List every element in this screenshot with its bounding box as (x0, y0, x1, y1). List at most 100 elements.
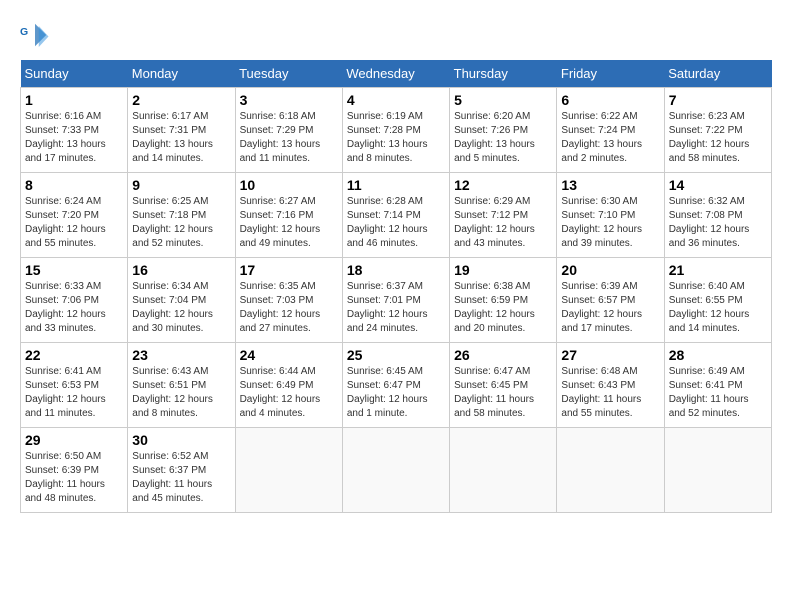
calendar-cell: 28 Sunrise: 6:49 AM Sunset: 6:41 PM Dayli… (664, 343, 771, 428)
day-number: 29 (25, 432, 123, 448)
calendar-cell: 15 Sunrise: 6:33 AM Sunset: 7:06 PM Dayli… (21, 258, 128, 343)
calendar-cell: 3 Sunrise: 6:18 AM Sunset: 7:29 PM Daylig… (235, 88, 342, 173)
logo-icon: G (20, 20, 50, 50)
calendar-cell: 7 Sunrise: 6:23 AM Sunset: 7:22 PM Daylig… (664, 88, 771, 173)
day-number: 5 (454, 92, 552, 108)
day-info: Sunrise: 6:43 AM Sunset: 6:51 PM Dayligh… (132, 365, 230, 421)
day-header-saturday: Saturday (664, 60, 771, 88)
calendar-cell: 27 Sunrise: 6:48 AM Sunset: 6:43 PM Dayli… (557, 343, 664, 428)
day-info: Sunrise: 6:37 AM Sunset: 7:01 PM Dayligh… (347, 280, 445, 336)
calendar-cell: 13Sunrise: 6:30 AM Sunset: 7:10 PM Dayli… (557, 173, 664, 258)
day-info: Sunrise: 6:32 AM Sunset: 7:08 PM Dayligh… (669, 195, 767, 251)
day-number: 21 (669, 262, 767, 278)
day-info: Sunrise: 6:38 AM Sunset: 6:59 PM Dayligh… (454, 280, 552, 336)
day-number: 27 (561, 347, 659, 363)
calendar-cell: 22 Sunrise: 6:41 AM Sunset: 6:53 PM Dayli… (21, 343, 128, 428)
day-number: 10 (240, 177, 338, 193)
day-header-monday: Monday (128, 60, 235, 88)
calendar-cell (235, 428, 342, 513)
day-number: 6 (561, 92, 659, 108)
day-info: Sunrise: 6:44 AM Sunset: 6:49 PM Dayligh… (240, 365, 338, 421)
day-number: 17 (240, 262, 338, 278)
day-number: 12 (454, 177, 552, 193)
calendar-cell (557, 428, 664, 513)
day-header-tuesday: Tuesday (235, 60, 342, 88)
day-info: Sunrise: 6:23 AM Sunset: 7:22 PM Dayligh… (669, 110, 767, 166)
day-number: 16 (132, 262, 230, 278)
day-number: 28 (669, 347, 767, 363)
day-number: 13 (561, 177, 659, 193)
calendar-cell: 29 Sunrise: 6:50 AM Sunset: 6:39 PM Dayli… (21, 428, 128, 513)
logo: G (20, 20, 54, 50)
page-header: G (20, 20, 772, 50)
calendar-cell: 20 Sunrise: 6:39 AM Sunset: 6:57 PM Dayli… (557, 258, 664, 343)
day-number: 8 (25, 177, 123, 193)
calendar-cell: 4 Sunrise: 6:19 AM Sunset: 7:28 PM Daylig… (342, 88, 449, 173)
day-info: Sunrise: 6:22 AM Sunset: 7:24 PM Dayligh… (561, 110, 659, 166)
calendar-cell: 25Sunrise: 6:45 AM Sunset: 6:47 PM Dayli… (342, 343, 449, 428)
calendar-header-row: SundayMondayTuesdayWednesdayThursdayFrid… (21, 60, 772, 88)
day-number: 4 (347, 92, 445, 108)
day-number: 19 (454, 262, 552, 278)
week-row-4: 22 Sunrise: 6:41 AM Sunset: 6:53 PM Dayli… (21, 343, 772, 428)
day-info: Sunrise: 6:49 AM Sunset: 6:41 PM Dayligh… (669, 365, 767, 421)
calendar-cell: 2Sunrise: 6:17 AM Sunset: 7:31 PM Daylig… (128, 88, 235, 173)
calendar-cell: 10 Sunrise: 6:27 AM Sunset: 7:16 PM Dayli… (235, 173, 342, 258)
day-info: Sunrise: 6:52 AM Sunset: 6:37 PM Dayligh… (132, 450, 230, 506)
day-number: 22 (25, 347, 123, 363)
day-number: 30 (132, 432, 230, 448)
calendar-cell: 6 Sunrise: 6:22 AM Sunset: 7:24 PM Daylig… (557, 88, 664, 173)
day-info: Sunrise: 6:39 AM Sunset: 6:57 PM Dayligh… (561, 280, 659, 336)
day-info: Sunrise: 6:24 AM Sunset: 7:20 PM Dayligh… (25, 195, 123, 251)
calendar-cell: 26Sunrise: 6:47 AM Sunset: 6:45 PM Dayli… (450, 343, 557, 428)
day-header-thursday: Thursday (450, 60, 557, 88)
day-number: 26 (454, 347, 552, 363)
calendar-cell (342, 428, 449, 513)
day-info: Sunrise: 6:27 AM Sunset: 7:16 PM Dayligh… (240, 195, 338, 251)
calendar-cell: 17 Sunrise: 6:35 AM Sunset: 7:03 PM Dayli… (235, 258, 342, 343)
calendar-cell: 16 Sunrise: 6:34 AM Sunset: 7:04 PM Dayli… (128, 258, 235, 343)
calendar-cell: 19 Sunrise: 6:38 AM Sunset: 6:59 PM Dayli… (450, 258, 557, 343)
day-info: Sunrise: 6:35 AM Sunset: 7:03 PM Dayligh… (240, 280, 338, 336)
day-info: Sunrise: 6:34 AM Sunset: 7:04 PM Dayligh… (132, 280, 230, 336)
day-number: 14 (669, 177, 767, 193)
day-info: Sunrise: 6:29 AM Sunset: 7:12 PM Dayligh… (454, 195, 552, 251)
day-number: 1 (25, 92, 123, 108)
calendar-cell: 23Sunrise: 6:43 AM Sunset: 6:51 PM Dayli… (128, 343, 235, 428)
svg-text:G: G (20, 26, 28, 38)
calendar-cell: 9Sunrise: 6:25 AM Sunset: 7:18 PM Daylig… (128, 173, 235, 258)
calendar-cell: 5Sunrise: 6:20 AM Sunset: 7:26 PM Daylig… (450, 88, 557, 173)
calendar-cell (664, 428, 771, 513)
day-info: Sunrise: 6:33 AM Sunset: 7:06 PM Dayligh… (25, 280, 123, 336)
day-info: Sunrise: 6:25 AM Sunset: 7:18 PM Dayligh… (132, 195, 230, 251)
day-number: 7 (669, 92, 767, 108)
calendar-table: SundayMondayTuesdayWednesdayThursdayFrid… (20, 60, 772, 513)
day-number: 25 (347, 347, 445, 363)
calendar-cell: 8 Sunrise: 6:24 AM Sunset: 7:20 PM Daylig… (21, 173, 128, 258)
day-info: Sunrise: 6:16 AM Sunset: 7:33 PM Dayligh… (25, 110, 123, 166)
day-info: Sunrise: 6:17 AM Sunset: 7:31 PM Dayligh… (132, 110, 230, 166)
day-info: Sunrise: 6:41 AM Sunset: 6:53 PM Dayligh… (25, 365, 123, 421)
calendar-cell: 30 Sunrise: 6:52 AM Sunset: 6:37 PM Dayli… (128, 428, 235, 513)
day-info: Sunrise: 6:48 AM Sunset: 6:43 PM Dayligh… (561, 365, 659, 421)
day-info: Sunrise: 6:19 AM Sunset: 7:28 PM Dayligh… (347, 110, 445, 166)
calendar-cell: 1 Sunrise: 6:16 AM Sunset: 7:33 PM Daylig… (21, 88, 128, 173)
day-info: Sunrise: 6:50 AM Sunset: 6:39 PM Dayligh… (25, 450, 123, 506)
day-header-friday: Friday (557, 60, 664, 88)
calendar-cell: 14 Sunrise: 6:32 AM Sunset: 7:08 PM Dayli… (664, 173, 771, 258)
day-number: 24 (240, 347, 338, 363)
day-number: 3 (240, 92, 338, 108)
calendar-cell (450, 428, 557, 513)
calendar-cell: 12 Sunrise: 6:29 AM Sunset: 7:12 PM Dayli… (450, 173, 557, 258)
calendar-cell: 24 Sunrise: 6:44 AM Sunset: 6:49 PM Dayli… (235, 343, 342, 428)
day-header-sunday: Sunday (21, 60, 128, 88)
calendar-cell: 21Sunrise: 6:40 AM Sunset: 6:55 PM Dayli… (664, 258, 771, 343)
day-header-wednesday: Wednesday (342, 60, 449, 88)
week-row-3: 15 Sunrise: 6:33 AM Sunset: 7:06 PM Dayli… (21, 258, 772, 343)
day-number: 18 (347, 262, 445, 278)
day-info: Sunrise: 6:18 AM Sunset: 7:29 PM Dayligh… (240, 110, 338, 166)
day-number: 15 (25, 262, 123, 278)
week-row-5: 29 Sunrise: 6:50 AM Sunset: 6:39 PM Dayli… (21, 428, 772, 513)
calendar-cell: 18 Sunrise: 6:37 AM Sunset: 7:01 PM Dayli… (342, 258, 449, 343)
day-number: 20 (561, 262, 659, 278)
